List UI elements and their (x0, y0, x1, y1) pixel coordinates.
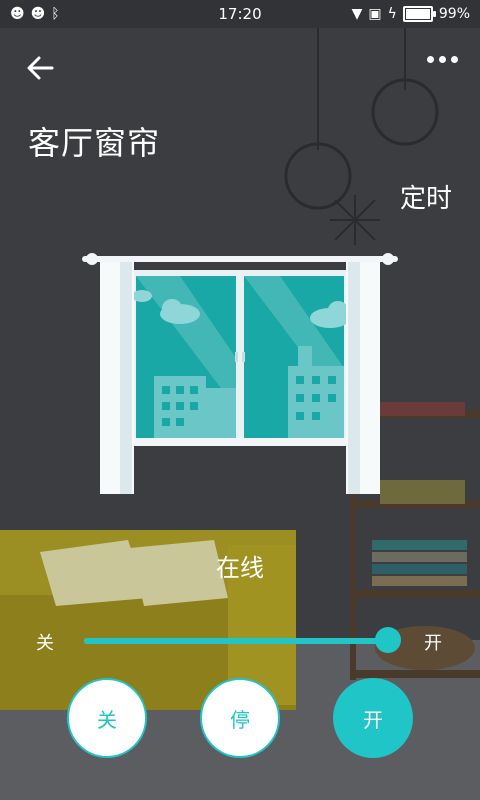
device-status: 在线 (216, 554, 264, 582)
android-icon: ☻ (30, 6, 46, 22)
sim-icon: ▣ (368, 6, 382, 22)
battery-percent: 99% (438, 6, 470, 22)
timer-button[interactable]: 定时 (400, 178, 452, 215)
open-curtain-button[interactable]: 开 (333, 678, 413, 758)
more-options-icon[interactable] (427, 56, 458, 63)
slider-max-label: 开 (424, 633, 442, 654)
curtain-position-slider[interactable]: 关 开 (0, 622, 480, 658)
stop-curtain-button[interactable]: 停 (200, 678, 280, 758)
android-icon: ☻ (10, 6, 25, 22)
status-bar: ☻ ☻ ᛒ 17:20 ▼ ▣ ϟ 99% (0, 0, 480, 28)
slider-min-label: 关 (36, 633, 54, 654)
clock: 17:20 (218, 5, 262, 23)
curtain-window-illustration (82, 253, 398, 494)
wifi-icon: ▼ (351, 6, 363, 22)
close-curtain-button[interactable]: 关 (67, 678, 147, 758)
app-bar (0, 40, 480, 90)
charging-icon: ϟ (387, 6, 397, 22)
slider-thumb[interactable] (374, 627, 401, 653)
bluetooth-icon: ᛒ (51, 6, 60, 22)
battery-icon (402, 6, 436, 22)
back-arrow-icon[interactable] (22, 50, 58, 86)
page-title: 客厅窗帘 (28, 124, 161, 162)
slider-track[interactable] (84, 638, 394, 644)
slider-fill (84, 638, 388, 644)
